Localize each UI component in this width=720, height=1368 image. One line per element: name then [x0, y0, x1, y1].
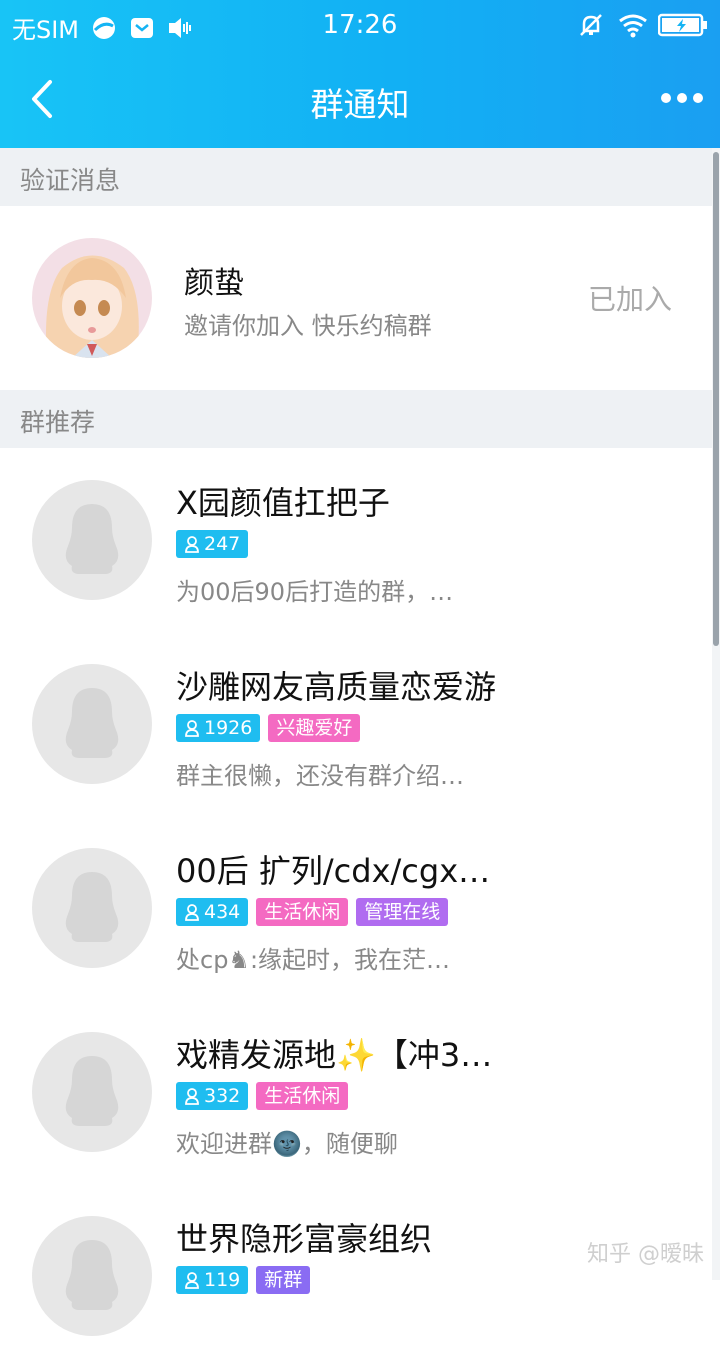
person-icon: [185, 536, 199, 553]
group-item[interactable]: 沙雕网友高质量恋爱游 1926 兴趣爱好 群主很懒，还没有群介绍…: [0, 632, 712, 816]
group-item[interactable]: 戏精发源地✨【冲3… 332 生活休闲 欢迎进群🌚，随便聊: [0, 1000, 712, 1184]
category-tag: 生活休闲: [256, 898, 349, 926]
watermark: 知乎 @暧昧: [587, 1242, 704, 1267]
penguin-icon: [65, 688, 119, 758]
group-avatar: [32, 1216, 152, 1336]
group-tags: 247: [176, 530, 249, 558]
group-avatar: [32, 1032, 152, 1152]
group-item[interactable]: 00后 扩列/cdx/cgx… 434 生活休闲 管理在线 处cp♞:缘起时，我…: [0, 816, 712, 1000]
scrollbar-thumb[interactable]: [713, 152, 719, 646]
group-item[interactable]: 世界隐形富豪组织 119 新群: [0, 1184, 712, 1368]
group-name: X园颜值扛把子: [176, 484, 390, 522]
member-count-badge: 332: [176, 1082, 249, 1110]
section-verify-header: 验证消息: [0, 148, 712, 206]
group-tags: 434 生活休闲 管理在线: [176, 898, 449, 926]
person-icon: [185, 904, 199, 921]
verify-user-name: 颜蛰: [184, 266, 244, 301]
more-button[interactable]: [660, 86, 704, 110]
group-item[interactable]: X园颜值扛把子 247 为00后90后打造的群，…: [0, 448, 712, 632]
section-verify-title: 验证消息: [20, 166, 121, 195]
category-tag: 兴趣爱好: [268, 714, 361, 742]
group-avatar: [32, 848, 152, 968]
member-count: 332: [204, 1085, 241, 1107]
status-right: [578, 12, 708, 38]
status-bar: 无SIM 17:26: [0, 0, 720, 50]
group-avatar: [32, 480, 152, 600]
group-desc: 处cp♞:缘起时，我在茫…: [176, 946, 451, 974]
person-icon: [185, 1272, 199, 1289]
category-tag: 生活休闲: [256, 1082, 349, 1110]
member-count-badge: 434: [176, 898, 249, 926]
person-icon: [185, 720, 199, 737]
penguin-icon: [65, 504, 119, 574]
group-tags: 332 生活休闲: [176, 1082, 349, 1110]
person-icon: [185, 1088, 199, 1105]
group-name: 00后 扩列/cdx/cgx…: [176, 852, 491, 890]
member-count-badge: 1926: [176, 714, 261, 742]
page-title: 群通知: [310, 85, 410, 124]
section-recommend-header: 群推荐: [0, 390, 712, 448]
group-tags: 1926 兴趣爱好: [176, 714, 361, 742]
verify-message: 邀请你加入 快乐约稿群: [184, 312, 432, 340]
top-bar: 无SIM 17:26 群通知: [0, 0, 720, 148]
category-tag: 新群: [256, 1266, 311, 1294]
category-tag: 管理在线: [356, 898, 449, 926]
penguin-icon: [65, 1240, 119, 1310]
member-count: 434: [204, 901, 241, 923]
member-count-badge: 247: [176, 530, 249, 558]
bell-muted-icon: [578, 12, 604, 38]
group-desc: 群主很懒，还没有群介绍…: [176, 762, 464, 790]
group-desc: 为00后90后打造的群，…: [176, 578, 454, 606]
group-tags: 119 新群: [176, 1266, 311, 1294]
member-count-badge: 119: [176, 1266, 249, 1294]
group-name: 沙雕网友高质量恋爱游: [176, 668, 497, 706]
nav-bar: 群通知: [0, 50, 720, 148]
verification-item[interactable]: 颜蛰 邀请你加入 快乐约稿群 已加入: [0, 206, 712, 390]
group-name: 世界隐形富豪组织: [176, 1220, 433, 1258]
group-avatar: [32, 664, 152, 784]
wifi-icon: [618, 12, 647, 38]
group-name: 戏精发源地✨【冲3…: [176, 1036, 493, 1074]
avatar[interactable]: [32, 238, 152, 358]
penguin-icon: [65, 872, 119, 942]
joined-status: 已加入: [587, 283, 672, 316]
more-dots-icon: [661, 93, 703, 103]
member-count: 119: [204, 1269, 241, 1291]
battery-icon: [657, 13, 708, 37]
penguin-icon: [65, 1056, 119, 1126]
group-desc: 欢迎进群🌚，随便聊: [176, 1130, 398, 1158]
member-count: 1926: [204, 717, 253, 739]
member-count: 247: [204, 533, 241, 555]
section-recommend-title: 群推荐: [20, 408, 96, 437]
